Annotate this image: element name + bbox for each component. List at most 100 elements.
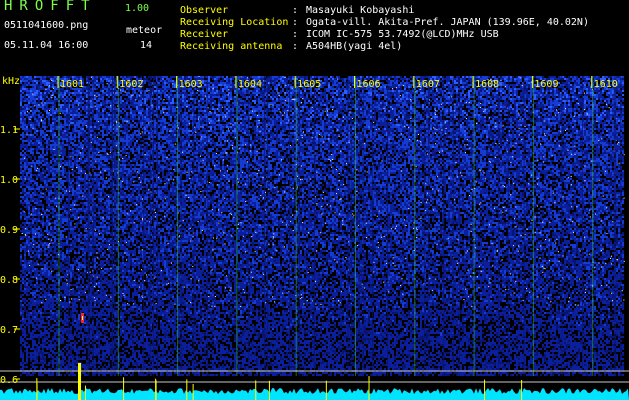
noise-cell — [610, 104, 612, 106]
noise-cell — [230, 80, 232, 82]
noise-cell — [84, 106, 86, 108]
noise-cell — [506, 94, 508, 96]
noise-cell — [368, 76, 370, 78]
noise-cell — [272, 116, 274, 118]
noise-cell — [480, 110, 482, 112]
noise-cell — [420, 76, 422, 78]
noise-cell — [256, 116, 258, 118]
noise-cell — [548, 110, 550, 112]
noise-cell — [160, 94, 162, 96]
noise-cell — [308, 110, 310, 112]
noise-cell — [200, 92, 202, 94]
noise-cell — [588, 94, 590, 96]
noise-cell — [154, 84, 156, 86]
noise-cell — [420, 92, 422, 94]
noise-cell — [204, 100, 206, 102]
noise-cell — [594, 76, 596, 78]
noise-cell — [544, 112, 546, 114]
noise-cell — [406, 80, 408, 82]
noise-cell — [78, 98, 80, 100]
noise-cell — [480, 104, 482, 106]
noise-cell — [276, 98, 278, 100]
noise-cell — [480, 108, 482, 110]
noise-cell — [154, 98, 156, 100]
noise-cell — [574, 82, 576, 84]
noise-cell — [564, 76, 566, 78]
noise-cell — [392, 106, 394, 108]
noise-cell — [72, 92, 74, 94]
noise-cell — [440, 100, 442, 102]
noise-cell — [130, 76, 132, 78]
noise-cell — [34, 96, 36, 98]
noise-cell — [228, 96, 230, 98]
noise-cell — [324, 104, 326, 106]
noise-cell — [36, 90, 38, 92]
noise-cell — [108, 82, 110, 84]
noise-cell — [90, 94, 92, 96]
noise-cell — [426, 108, 428, 110]
noise-cell — [20, 106, 22, 108]
noise-cell — [226, 76, 228, 78]
noise-cell — [272, 108, 274, 110]
noise-cell — [96, 92, 98, 94]
noise-cell — [542, 90, 544, 92]
noise-cell — [24, 86, 26, 88]
noise-cell — [278, 78, 280, 80]
noise-cell — [466, 106, 468, 108]
noise-cell — [516, 96, 518, 98]
noise-cell — [324, 90, 326, 92]
noise-cell — [406, 92, 408, 94]
noise-cell — [590, 92, 592, 94]
noise-cell — [530, 98, 532, 100]
noise-cell — [308, 108, 310, 110]
noise-cell — [268, 84, 270, 86]
noise-cell — [418, 94, 420, 96]
noise-cell — [46, 112, 48, 114]
noise-cell — [60, 106, 62, 108]
noise-cell — [554, 112, 556, 114]
noise-cell — [32, 98, 34, 100]
noise-cell — [432, 114, 434, 116]
noise-cell — [332, 114, 334, 116]
noise-cell — [46, 82, 48, 84]
noise-cell — [60, 108, 62, 110]
noise-cell — [222, 114, 224, 116]
noise-cell — [440, 110, 442, 112]
noise-cell — [162, 76, 164, 78]
noise-cell — [252, 94, 254, 96]
noise-cell — [364, 100, 366, 102]
noise-cell — [90, 102, 92, 104]
noise-cell — [612, 102, 614, 104]
noise-cell — [202, 94, 204, 96]
noise-cell — [182, 90, 184, 92]
noise-cell — [124, 94, 126, 96]
noise-cell — [220, 96, 222, 98]
noise-cell — [418, 100, 420, 102]
noise-cell — [46, 90, 48, 92]
noise-cell — [604, 100, 606, 102]
noise-cell — [136, 94, 138, 96]
noise-cell — [316, 96, 318, 98]
noise-cell — [210, 108, 212, 110]
noise-cell — [250, 116, 252, 118]
noise-cell — [90, 106, 92, 108]
noise-cell — [482, 100, 484, 102]
noise-cell — [332, 88, 334, 90]
noise-cell — [566, 90, 568, 92]
noise-cell — [404, 92, 406, 94]
noise-cell — [468, 100, 470, 102]
noise-cell — [402, 102, 404, 104]
noise-cell — [586, 78, 588, 80]
noise-cell — [300, 100, 302, 102]
noise-cell — [598, 96, 600, 98]
noise-cell — [598, 102, 600, 104]
noise-cell — [36, 84, 38, 86]
noise-cell — [154, 78, 156, 80]
noise-cell — [54, 100, 56, 102]
noise-cell — [344, 108, 346, 110]
noise-cell — [490, 98, 492, 100]
noise-cell — [178, 92, 180, 94]
noise-cell — [116, 108, 118, 110]
noise-cell — [534, 90, 536, 92]
noise-cell — [170, 80, 172, 82]
